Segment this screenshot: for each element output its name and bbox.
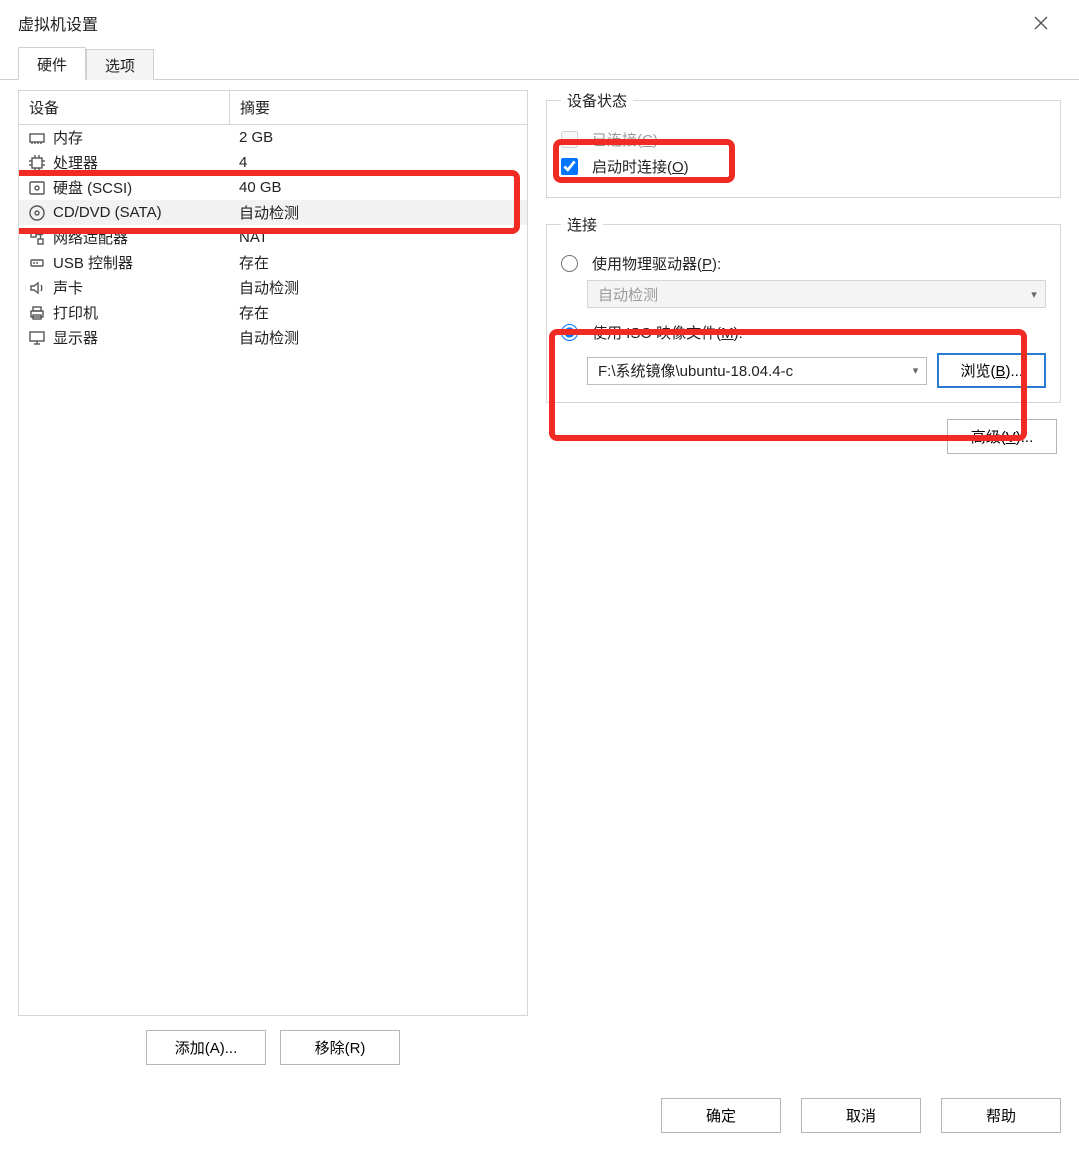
advanced-button[interactable]: 高级(V)... (947, 419, 1057, 454)
connect-at-poweron-label: 启动时连接(O) (592, 156, 689, 177)
device-label: 网络适配器 (53, 227, 128, 248)
tab-hardware[interactable]: 硬件 (18, 47, 86, 80)
header-summary: 摘要 (229, 91, 527, 124)
browse-button[interactable]: 浏览(B)... (937, 353, 1046, 388)
use-physical-radio[interactable] (561, 255, 578, 272)
header-device: 设备 (19, 91, 229, 124)
close-button[interactable] (1021, 3, 1061, 43)
connect-at-poweron-checkbox[interactable] (561, 158, 578, 175)
window-title: 虚拟机设置 (18, 11, 98, 35)
device-status-legend: 设备状态 (561, 90, 633, 111)
use-physical-row[interactable]: 使用物理驱动器(P): (561, 253, 1046, 274)
tabs: 硬件 选项 (0, 46, 1079, 80)
ok-button[interactable]: 确定 (661, 1098, 781, 1133)
close-icon (1032, 14, 1050, 32)
device-row-memory[interactable]: 内存 2 GB (19, 125, 527, 150)
advanced-row: 高级(V)... (546, 419, 1061, 454)
device-label: 显示器 (53, 327, 98, 348)
device-status-group: 设备状态 已连接(C) 启动时连接(O) (546, 90, 1061, 198)
device-row-cpu[interactable]: 处理器 4 (19, 150, 527, 175)
iso-path-combo[interactable]: F:\系统镜像\ubuntu-18.04.4-c ▾ (587, 357, 927, 385)
device-row-printer[interactable]: 打印机 存在 (19, 300, 527, 325)
device-list: 设备 摘要 内存 2 GB 处理器 4 硬盘 (SCSI) 40 GB (18, 90, 528, 1016)
add-device-button[interactable]: 添加(A)... (146, 1030, 266, 1065)
device-row-disk[interactable]: 硬盘 (SCSI) 40 GB (19, 175, 527, 200)
device-summary: 4 (229, 154, 527, 171)
right-column: 设备状态 已连接(C) 启动时连接(O) 连接 使用物理驱动器(P): (546, 90, 1061, 1065)
device-list-actions: 添加(A)... 移除(R) (18, 1030, 528, 1065)
display-icon (27, 328, 47, 348)
printer-icon (27, 303, 47, 323)
connection-group: 连接 使用物理驱动器(P): 自动检测 ▾ 使用 ISO 映像文件(M): F:… (546, 214, 1061, 403)
connection-legend: 连接 (561, 214, 603, 235)
dialog-buttons: 确定 取消 帮助 (661, 1098, 1061, 1133)
network-icon (27, 228, 47, 248)
device-row-usb[interactable]: USB 控制器 存在 (19, 250, 527, 275)
device-row-cddvd[interactable]: CD/DVD (SATA) 自动检测 (19, 200, 527, 225)
chevron-down-icon: ▾ (1023, 288, 1045, 301)
device-label: 打印机 (53, 302, 98, 323)
cpu-icon (27, 153, 47, 173)
remove-device-button[interactable]: 移除(R) (280, 1030, 400, 1065)
device-row-sound[interactable]: 声卡 自动检测 (19, 275, 527, 300)
sound-icon (27, 278, 47, 298)
device-label: 内存 (53, 127, 83, 148)
device-summary: 存在 (229, 252, 527, 273)
connected-checkbox (561, 131, 578, 148)
physical-drive-value: 自动检测 (588, 284, 1023, 305)
device-label: 硬盘 (SCSI) (53, 177, 132, 198)
device-label: CD/DVD (SATA) (53, 204, 162, 221)
device-summary: 40 GB (229, 179, 527, 196)
device-summary: 自动检测 (229, 277, 527, 298)
tab-options[interactable]: 选项 (86, 49, 154, 80)
content: 设备 摘要 内存 2 GB 处理器 4 硬盘 (SCSI) 40 GB (0, 80, 1079, 1065)
device-row-display[interactable]: 显示器 自动检测 (19, 325, 527, 350)
device-label: 声卡 (53, 277, 83, 298)
device-summary: 2 GB (229, 129, 527, 146)
connected-row: 已连接(C) (561, 129, 1046, 150)
cancel-button[interactable]: 取消 (801, 1098, 921, 1133)
connected-label: 已连接(C) (592, 129, 658, 150)
device-label: 处理器 (53, 152, 98, 173)
device-label: USB 控制器 (53, 252, 133, 273)
memory-icon (27, 128, 47, 148)
titlebar: 虚拟机设置 (0, 0, 1079, 46)
physical-drive-combo: 自动检测 ▾ (587, 280, 1046, 308)
device-list-header: 设备 摘要 (19, 91, 527, 125)
left-column: 设备 摘要 内存 2 GB 处理器 4 硬盘 (SCSI) 40 GB (18, 90, 528, 1065)
usb-icon (27, 253, 47, 273)
device-summary: NAT (229, 229, 527, 246)
use-iso-label: 使用 ISO 映像文件(M): (592, 322, 743, 343)
iso-path-value: F:\系统镜像\ubuntu-18.04.4-c (588, 360, 904, 381)
disk-icon (27, 178, 47, 198)
use-iso-row[interactable]: 使用 ISO 映像文件(M): (561, 322, 1046, 343)
vm-settings-window: 虚拟机设置 硬件 选项 设备 摘要 内存 2 GB 处理器 (0, 0, 1079, 1161)
use-physical-label: 使用物理驱动器(P): (592, 253, 721, 274)
cd-icon (27, 203, 47, 223)
chevron-down-icon: ▾ (904, 364, 926, 377)
device-row-network[interactable]: 网络适配器 NAT (19, 225, 527, 250)
device-summary: 存在 (229, 302, 527, 323)
help-button[interactable]: 帮助 (941, 1098, 1061, 1133)
use-iso-radio[interactable] (561, 324, 578, 341)
connect-at-poweron-row[interactable]: 启动时连接(O) (561, 156, 1046, 177)
device-summary: 自动检测 (229, 202, 527, 223)
device-summary: 自动检测 (229, 327, 527, 348)
